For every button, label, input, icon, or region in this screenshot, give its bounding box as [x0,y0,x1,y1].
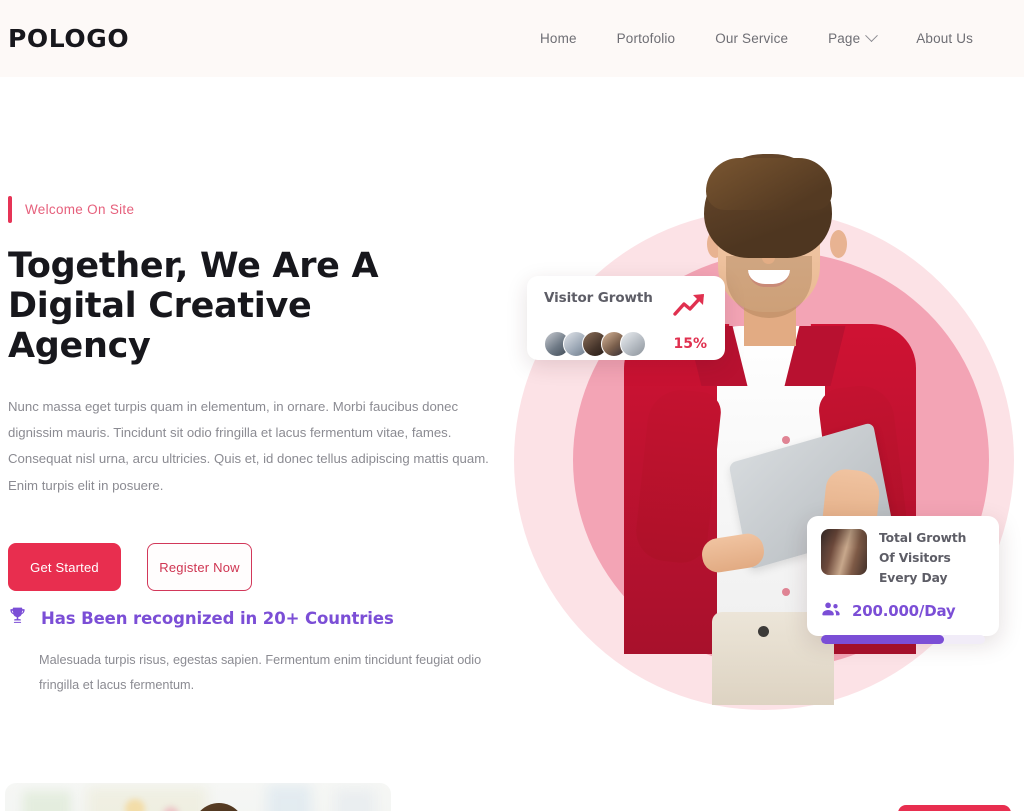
total-growth-value: 200.000/Day [852,602,956,621]
total-growth-title: Total Growth Of Visitors Every Day [879,531,967,585]
site-header: POLOGO Home Portofolio Our Service Page … [0,0,1024,77]
total-growth-thumbnail [821,529,867,575]
eyebrow-accent-bar [8,196,12,223]
brand-logo[interactable]: POLOGO [8,26,129,51]
nav-item-page[interactable]: Page [808,29,896,46]
next-section-image [5,783,391,811]
hero-actions: Get Started Register Now [8,543,508,592]
people-group-icon [821,601,841,622]
visitor-growth-title: Visitor Growth [544,290,653,306]
trend-up-arrow-icon [673,291,709,322]
get-started-button[interactable]: Get Started [8,543,121,592]
landing-page: POLOGO Home Portofolio Our Service Page … [0,0,1024,811]
page-title: Together, We Are A Digital Creative Agen… [8,246,379,366]
nav-item-label: About Us [916,31,973,46]
nav-item-our-service[interactable]: Our Service [695,31,808,46]
award-description: Malesuada turpis risus, egestas sapien. … [39,653,482,692]
trophy-icon [8,606,27,630]
hero-copy: Welcome On Site Together, We Are A Digit… [8,196,508,592]
nav-item-label: Home [540,31,577,46]
nav-item-portofolio[interactable]: Portofolio [597,31,696,46]
next-section-peek [0,740,1024,811]
nav-item-home[interactable]: Home [520,31,597,46]
next-section-button[interactable] [898,805,1011,811]
register-now-button[interactable]: Register Now [147,543,252,592]
avatar [620,331,646,357]
visitor-growth-percent: 15% [673,336,707,352]
total-growth-card[interactable]: Total Growth Of Visitors Every Day 200.0… [807,516,999,644]
award-header: Has Been recognized in 20+ Countries [8,606,508,630]
chevron-down-icon [865,29,879,43]
hero-eyebrow: Welcome On Site [8,196,508,223]
main-nav: Home Portofolio Our Service Page About U… [520,29,973,46]
nav-item-label: Page [828,31,861,46]
visitor-growth-card[interactable]: Visitor Growth 15% [527,276,725,360]
nav-item-about-us[interactable]: About Us [896,31,973,46]
nav-item-label: Our Service [715,31,789,46]
hero-description: Nunc massa eget turpis quam in elementum… [8,398,489,493]
award-block: Has Been recognized in 20+ Countries Mal… [8,606,508,698]
hero-eyebrow-label: Welcome On Site [25,202,135,217]
total-growth-progress-fill [821,634,944,644]
visitor-avatars [544,331,646,357]
nav-item-label: Portofolio [616,31,676,46]
award-title: Has Been recognized in 20+ Countries [41,608,394,628]
total-growth-progress-bar [821,634,985,644]
